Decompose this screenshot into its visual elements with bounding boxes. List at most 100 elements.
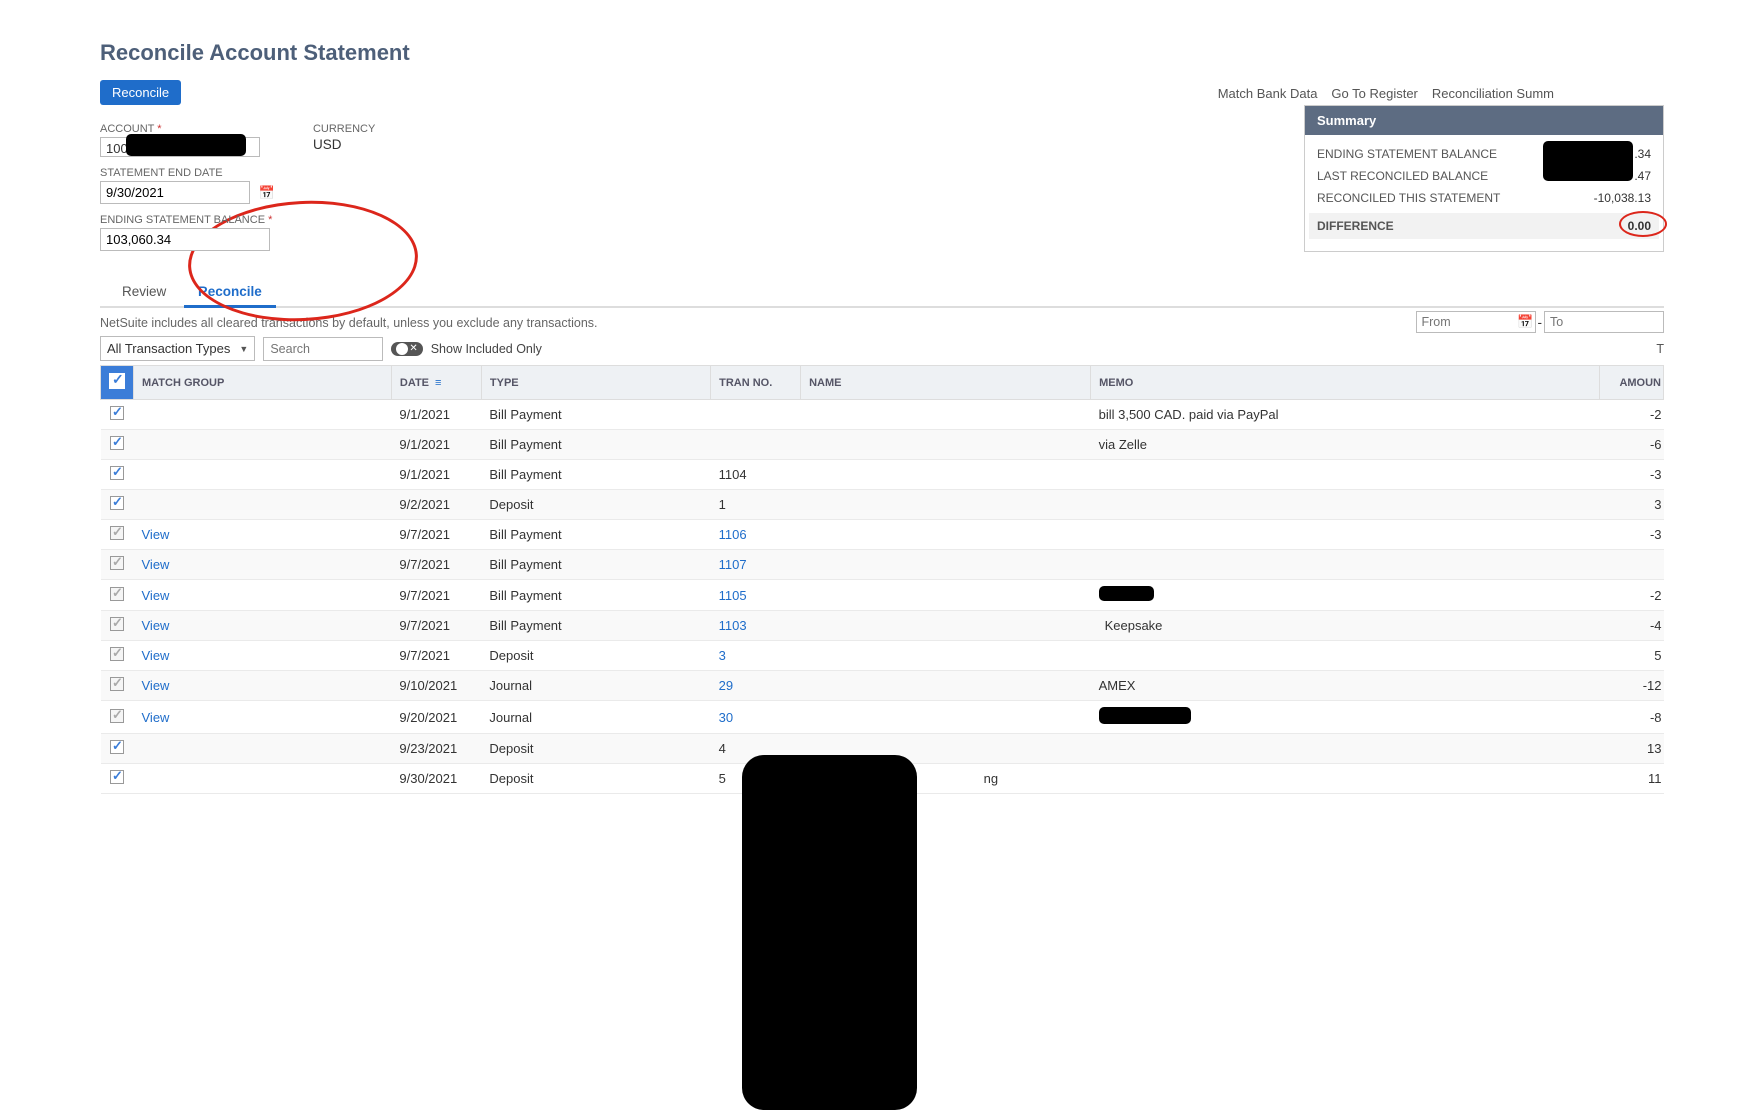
summary-diff-value: 0.00 bbox=[1628, 219, 1651, 233]
row-checkbox[interactable] bbox=[110, 436, 124, 450]
table-row[interactable]: View9/10/2021Journal29AMEX-12 bbox=[101, 671, 1664, 701]
memo-cell bbox=[1091, 701, 1600, 734]
show-included-only-toggle[interactable]: ✕ bbox=[391, 342, 422, 356]
summary-last-label: LAST RECONCILED BALANCE bbox=[1317, 169, 1488, 183]
name-header[interactable]: NAME bbox=[801, 366, 1091, 400]
row-checkbox[interactable] bbox=[110, 770, 124, 784]
match-group-link[interactable]: View bbox=[142, 557, 170, 572]
page-container: Match Bank Data Go To Register Reconcili… bbox=[100, 40, 1664, 794]
match-group-link[interactable]: View bbox=[142, 618, 170, 633]
tran-link[interactable]: 1107 bbox=[719, 557, 747, 572]
table-row[interactable]: View9/20/2021Journal30-8 bbox=[101, 701, 1664, 734]
memo-cell bbox=[1091, 490, 1600, 520]
table-row[interactable]: View9/7/2021Deposit35 bbox=[101, 641, 1664, 671]
memo-cell bbox=[1091, 460, 1600, 490]
toggle-knob-icon bbox=[396, 343, 408, 355]
tran-link[interactable]: 30 bbox=[719, 710, 733, 725]
summary-diff-label: DIFFERENCE bbox=[1317, 219, 1394, 233]
table-row[interactable]: View9/7/2021Bill Payment1105-2 bbox=[101, 580, 1664, 611]
table-row[interactable]: 9/1/2021Bill Payment1104-3 bbox=[101, 460, 1664, 490]
table-row[interactable]: 9/1/2021Bill Paymentvia Zelle-6 bbox=[101, 430, 1664, 460]
redacted-memo bbox=[1099, 586, 1154, 601]
type-cell: Bill Payment bbox=[481, 550, 710, 580]
date-to-input[interactable] bbox=[1544, 311, 1664, 333]
memo-cell bbox=[1091, 734, 1600, 764]
summary-last-value: .47 bbox=[1634, 169, 1651, 183]
tabs: Review Reconcile bbox=[100, 279, 1664, 308]
row-checkbox[interactable] bbox=[110, 496, 124, 510]
memo-cell bbox=[1091, 764, 1600, 794]
toggle-label: Show Included Only bbox=[431, 342, 542, 356]
match-group-cell bbox=[134, 430, 392, 460]
match-group-link[interactable]: View bbox=[142, 710, 170, 725]
match-group-link[interactable]: View bbox=[142, 678, 170, 693]
memo-cell bbox=[1091, 550, 1600, 580]
tran-link[interactable]: 1103 bbox=[719, 618, 747, 633]
link-match-bank-data[interactable]: Match Bank Data bbox=[1218, 86, 1318, 101]
tran-link[interactable]: 1106 bbox=[719, 527, 747, 542]
date-cell: 9/7/2021 bbox=[391, 580, 481, 611]
memo-cell bbox=[1091, 520, 1600, 550]
currency-value: USD bbox=[313, 137, 342, 152]
type-header[interactable]: TYPE bbox=[481, 366, 710, 400]
search-input[interactable] bbox=[263, 337, 383, 361]
summary-ending-label: ENDING STATEMENT BALANCE bbox=[1317, 147, 1497, 161]
statement-end-date-input[interactable] bbox=[100, 181, 250, 204]
tab-reconcile[interactable]: Reconcile bbox=[184, 279, 276, 308]
row-checkbox[interactable] bbox=[110, 406, 124, 420]
type-cell: Journal bbox=[481, 671, 710, 701]
date-cell: 9/30/2021 bbox=[391, 764, 481, 794]
ending-balance-input[interactable] bbox=[100, 228, 270, 251]
reconcile-button[interactable]: Reconcile bbox=[100, 80, 181, 105]
date-header[interactable]: DATE≡ bbox=[391, 366, 481, 400]
link-go-to-register[interactable]: Go To Register bbox=[1331, 86, 1417, 101]
date-cell: 9/1/2021 bbox=[391, 430, 481, 460]
link-reconciliation-summ[interactable]: Reconciliation Summ bbox=[1432, 86, 1554, 101]
table-wrapper: MATCH GROUP DATE≡ TYPE TRAN NO. NAME MEM… bbox=[100, 365, 1664, 794]
tran-link[interactable]: 3 bbox=[719, 648, 726, 663]
name-cell bbox=[801, 701, 1091, 734]
redacted-memo bbox=[1099, 707, 1191, 724]
tran-header[interactable]: TRAN NO. bbox=[711, 366, 801, 400]
calendar-icon[interactable]: 📅 bbox=[259, 185, 275, 200]
table-row[interactable]: View9/7/2021Bill Payment1107 bbox=[101, 550, 1664, 580]
row-checkbox[interactable] bbox=[110, 740, 124, 754]
memo-cell bbox=[1091, 580, 1600, 611]
name-cell bbox=[801, 611, 1091, 641]
name-cell bbox=[801, 580, 1091, 611]
match-group-cell bbox=[134, 734, 392, 764]
amount-cell: -3 bbox=[1600, 460, 1664, 490]
redacted-account bbox=[126, 134, 246, 156]
match-group-link[interactable]: View bbox=[142, 588, 170, 603]
amount-cell: -8 bbox=[1600, 701, 1664, 734]
amount-header[interactable]: AMOUN bbox=[1600, 366, 1664, 400]
match-group-link[interactable]: View bbox=[142, 648, 170, 663]
memo-cell bbox=[1091, 641, 1600, 671]
currency-label: CURRENCY bbox=[313, 123, 375, 135]
memo-cell: AMEX bbox=[1091, 671, 1600, 701]
row-checkbox[interactable] bbox=[110, 466, 124, 480]
tab-review[interactable]: Review bbox=[108, 279, 180, 305]
match-group-link[interactable]: View bbox=[142, 527, 170, 542]
table-row[interactable]: View9/7/2021Bill Payment1106-3 bbox=[101, 520, 1664, 550]
transaction-types-dropdown[interactable]: All Transaction Types bbox=[100, 336, 255, 361]
type-cell: Deposit bbox=[481, 490, 710, 520]
table-row[interactable]: 9/2/2021Deposit13 bbox=[101, 490, 1664, 520]
type-cell: Bill Payment bbox=[481, 611, 710, 641]
summary-header: Summary bbox=[1305, 106, 1663, 135]
match-group-header[interactable]: MATCH GROUP bbox=[134, 366, 392, 400]
table-row[interactable]: View9/7/2021Bill Payment1103Keepsake-4 bbox=[101, 611, 1664, 641]
memo-header[interactable]: MEMO bbox=[1091, 366, 1600, 400]
redacted-summary bbox=[1543, 141, 1633, 181]
memo-cell: Keepsake bbox=[1091, 611, 1600, 641]
tran-link[interactable]: 29 bbox=[719, 678, 733, 693]
name-cell bbox=[801, 400, 1091, 430]
page-title: Reconcile Account Statement bbox=[100, 40, 1664, 66]
table-row[interactable]: 9/1/2021Bill Paymentbill 3,500 CAD. paid… bbox=[101, 400, 1664, 430]
type-cell: Deposit bbox=[481, 734, 710, 764]
select-all-header[interactable] bbox=[101, 366, 134, 400]
match-group-cell bbox=[134, 764, 392, 794]
calendar-from-icon[interactable]: 📅 bbox=[1517, 314, 1533, 329]
type-cell: Bill Payment bbox=[481, 430, 710, 460]
tran-link[interactable]: 1105 bbox=[719, 588, 747, 603]
